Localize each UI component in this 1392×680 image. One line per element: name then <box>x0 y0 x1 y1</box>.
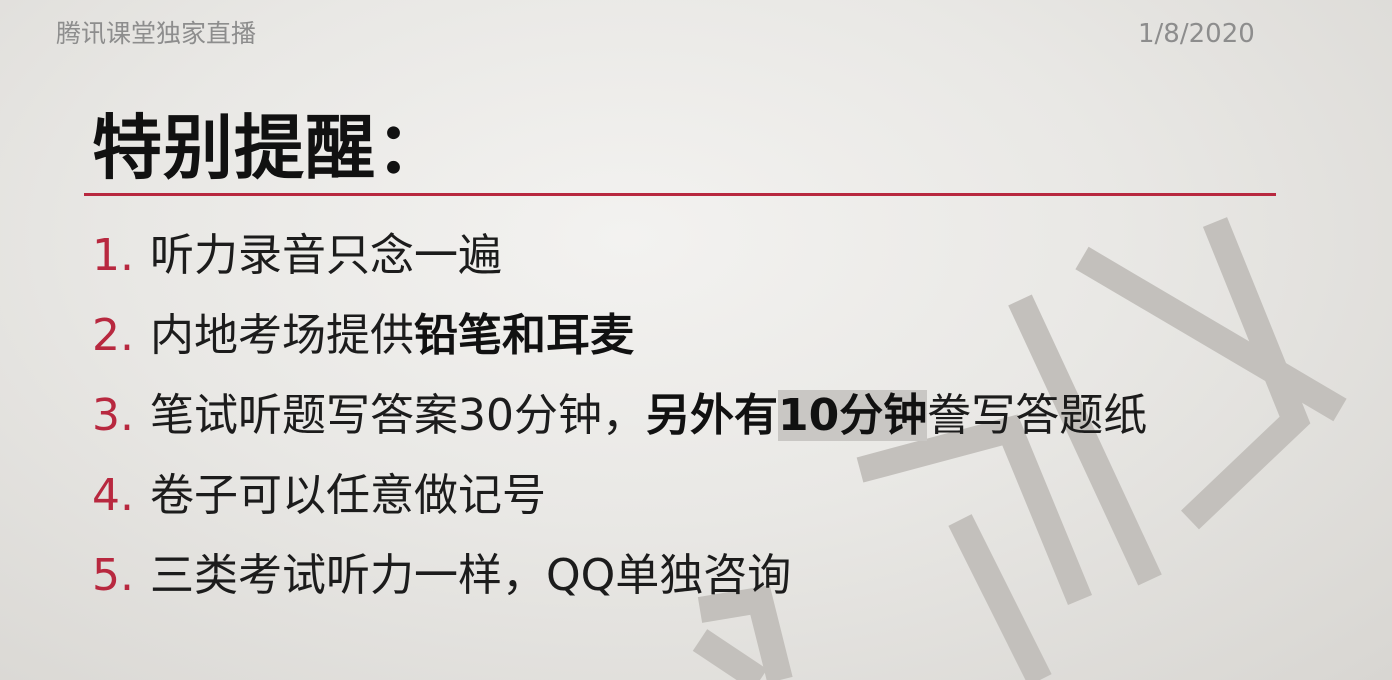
item-text-highlight: 10分钟 <box>778 390 928 441</box>
item-text-bold: 另外有 <box>646 390 778 441</box>
reminder-list: 1. 听力录音只念一遍 2. 内地考场提供铅笔和耳麦 3. 笔试听题写答案30分钟，另… <box>92 224 1147 624</box>
header-date: 1/8/2020 <box>1138 19 1255 49</box>
item-number: 4. <box>92 470 134 521</box>
list-item: 5. 三类考试听力一样，QQ单独咨询 <box>92 544 1147 624</box>
header-channel-label: 腾讯课堂独家直播 <box>56 19 257 48</box>
item-text-bold: 铅笔和耳麦 <box>414 310 634 361</box>
item-text-after: 誊写答题纸 <box>927 390 1148 441</box>
list-item: 4. 卷子可以任意做记号 <box>92 464 1147 544</box>
slide-title: 特别提醒： <box>92 107 447 189</box>
item-text: 内地考场提供 <box>150 310 414 361</box>
item-number: 2. <box>92 310 134 361</box>
list-item: 1. 听力录音只念一遍 <box>92 224 1147 304</box>
item-text: 三类考试听力一样，QQ单独咨询 <box>150 550 792 601</box>
list-item: 3. 笔试听题写答案30分钟，另外有10分钟誊写答题纸 <box>92 384 1147 464</box>
item-number: 5. <box>92 550 134 601</box>
item-text: 笔试听题写答案30分钟， <box>150 390 646 441</box>
watermark-stroke <box>692 629 768 680</box>
title-underline <box>84 193 1276 196</box>
item-number: 1. <box>92 230 134 281</box>
watermark-stroke <box>1181 217 1311 530</box>
list-item: 2. 内地考场提供铅笔和耳麦 <box>92 304 1147 384</box>
item-number: 3. <box>92 390 134 441</box>
item-text: 卷子可以任意做记号 <box>150 470 546 521</box>
item-text: 听力录音只念一遍 <box>150 230 502 281</box>
